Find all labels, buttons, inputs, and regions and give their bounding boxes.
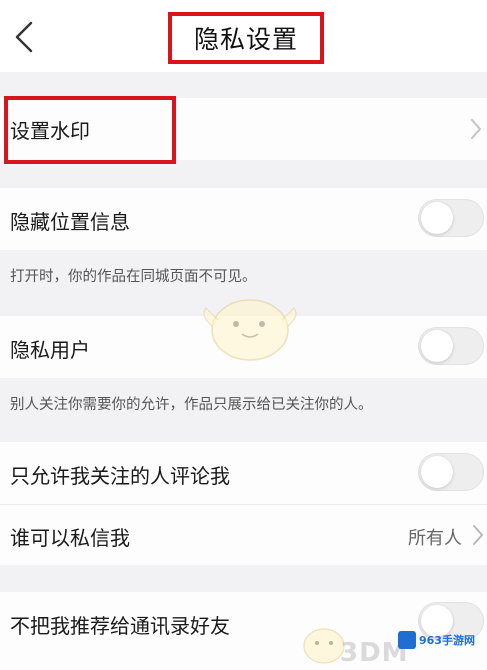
chevron-left-icon[interactable] bbox=[12, 20, 36, 54]
settings-row-who-can-message[interactable]: 谁可以私信我 所有人 bbox=[0, 505, 487, 565]
row-label-hide-location: 隐藏位置信息 bbox=[10, 210, 130, 234]
mascot-watermark-icon bbox=[203, 299, 297, 361]
chevron-right-icon bbox=[471, 119, 481, 139]
page-title: 隐私设置 bbox=[193, 25, 298, 54]
comment-followed-only-toggle[interactable] bbox=[418, 453, 484, 491]
settings-row-hide-location: 隐藏位置信息 bbox=[0, 188, 487, 250]
row-label-no-recommend-contacts: 不把我推荐给通讯录好友 bbox=[10, 614, 230, 638]
row-label-comment-followed-only: 只允许我关注的人评论我 bbox=[10, 464, 230, 488]
site-logo-icon bbox=[398, 631, 416, 649]
settings-row-comment-followed-only: 只允许我关注的人评论我 bbox=[0, 442, 487, 504]
who-can-message-value: 所有人 bbox=[408, 528, 462, 549]
row-label-who-can-message: 谁可以私信我 bbox=[10, 526, 130, 550]
site-logo-watermark: 963手游网 bbox=[398, 628, 482, 652]
hint-private-user: 别人关注你需要你的允许，作品只展示给已关注你的人。 bbox=[10, 397, 373, 413]
row-label-private-user: 隐私用户 bbox=[10, 338, 90, 362]
site-logo-text: 963手游网 bbox=[419, 634, 475, 647]
toggle-knob bbox=[421, 330, 453, 362]
private-user-toggle[interactable] bbox=[418, 327, 484, 365]
toggle-knob bbox=[421, 202, 453, 234]
page-title-highlight: 隐私设置 bbox=[168, 12, 324, 64]
header-bar: 隐私设置 bbox=[0, 0, 487, 72]
hide-location-toggle[interactable] bbox=[418, 199, 484, 237]
hint-hide-location: 打开时，你的作品在同城页面不可见。 bbox=[10, 269, 257, 285]
toggle-knob bbox=[421, 456, 453, 488]
watermark-row-highlight bbox=[4, 96, 176, 164]
chevron-right-icon bbox=[473, 525, 483, 545]
